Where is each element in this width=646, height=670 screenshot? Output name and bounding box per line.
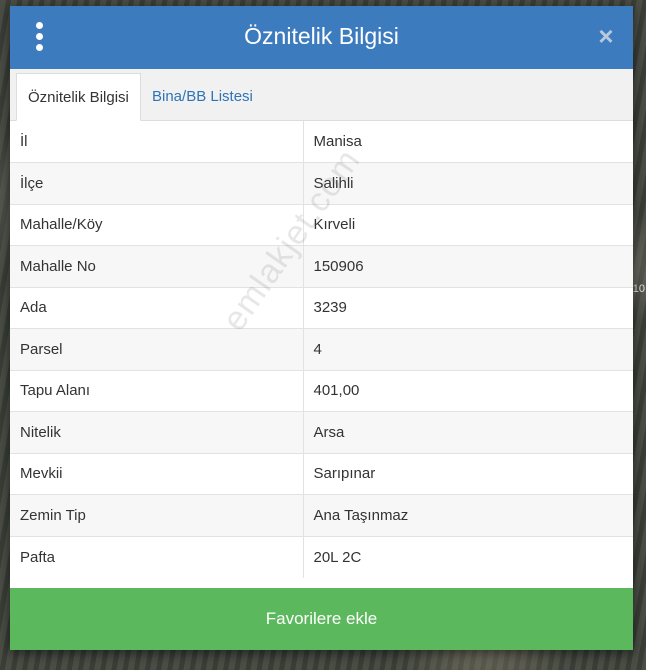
attribute-value: Salihli [303,162,633,204]
dialog-title: Öznitelik Bilgisi [244,23,399,49]
table-row: Mahalle No 150906 [10,245,633,287]
attribute-value: Sarıpınar [303,452,633,495]
attribute-key: Mahalle No [10,245,304,287]
table-row: Nitelik Arsa [10,411,633,453]
attribute-key: Tapu Alanı [10,369,304,412]
attribute-value: 401,00 [303,369,633,412]
tab-attribute-info[interactable]: Öznitelik Bilgisi [16,73,141,121]
attribute-value: Kırveli [303,203,633,246]
table-row: Mahalle/Köy Kırveli [10,203,633,246]
tab-strip: Öznitelik Bilgisi Bina/BB Listesi [10,69,633,121]
attribute-value: 20L 2C [303,535,633,578]
dialog-header: Öznitelik Bilgisi × [10,6,633,69]
attribute-value: 3239 [303,286,633,329]
attribute-value: Arsa [303,411,633,453]
attribute-key: İl [10,121,304,163]
attribute-value: 150906 [303,245,633,287]
attribute-key: Parsel [10,328,304,370]
table-row: Mevkii Sarıpınar [10,452,633,495]
table-row: Ada 3239 [10,286,633,329]
attribute-dialog: Öznitelik Bilgisi × Öznitelik Bilgisi Bi… [10,6,633,650]
attribute-key: Nitelik [10,411,304,453]
attribute-key: Zemin Tip [10,494,304,536]
attribute-key: Pafta [10,535,304,578]
table-row: Parsel 4 [10,328,633,370]
tab-building-list[interactable]: Bina/BB Listesi [141,73,264,120]
map-edge-label: 10 [632,283,645,295]
attribute-key: Ada [10,286,304,329]
table-row: Tapu Alanı 401,00 [10,369,633,412]
table-row: İl Manisa [10,121,633,163]
attribute-key: Mevkii [10,452,304,495]
close-icon[interactable]: × [595,21,617,51]
attribute-table: İl Manisa İlçe Salihli Mahalle/Köy Kırve… [10,121,633,578]
table-row: İlçe Salihli [10,162,633,204]
add-to-favorites-button[interactable]: Favorilere ekle [10,588,633,650]
table-row: Pafta 20L 2C [10,535,633,578]
attribute-value: Manisa [313,133,362,150]
attribute-value: 4 [303,328,633,370]
attribute-key: İlçe [10,162,304,204]
attribute-key: Mahalle/Köy [10,203,304,246]
attribute-value: Ana Taşınmaz [303,494,633,536]
table-row: Zemin Tip Ana Taşınmaz [10,494,633,536]
